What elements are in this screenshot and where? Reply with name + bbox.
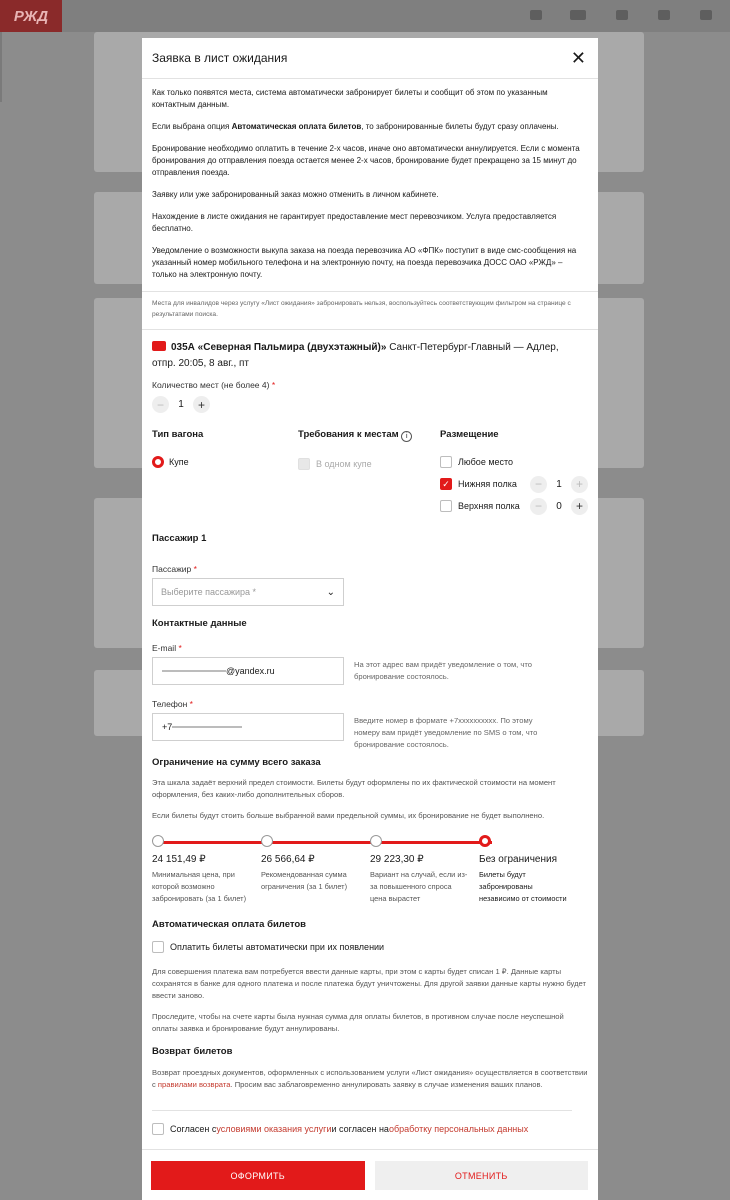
language-icon[interactable] [658,10,670,20]
info-text: Заявку или уже забронированный заказ мож… [152,190,439,199]
menu-icon[interactable] [700,10,712,20]
checkbox-disabled [298,458,310,470]
info-block: Как только появятся места, система автом… [142,79,598,281]
chevron-down-icon: ⌄ [326,586,335,598]
plus-button[interactable]: + [571,475,588,493]
any-seat-option[interactable]: Любое место [440,451,588,473]
background-sidebar [0,32,2,102]
seats-count-label: Количество мест (не более 4) * [152,380,276,390]
train-route: Санкт-Петербург-Главный — Адлер, [389,342,559,353]
limit-text: Если билеты будут стоить больше выбранно… [152,811,545,820]
scale-point-selected[interactable] [479,835,491,847]
scale-point[interactable] [261,835,273,847]
accessibility-icon[interactable] [570,10,586,20]
checkbox[interactable] [440,456,452,468]
autopay-option[interactable]: Оплатить билеты автоматически при их поя… [152,936,588,958]
terms-link[interactable]: условиями оказания услуги [216,1124,331,1134]
phone-hint: Введите номер в формате +7xxxxxxxxxx. По… [354,716,538,749]
train-section: 035А «Северная Пальмира (двухэтажный)» С… [142,329,598,1091]
phone-label: Телефон * [152,699,193,709]
plus-button[interactable]: + [571,497,588,515]
requirements-column: Требования к местам i В одном купе [298,429,440,517]
masked-text [162,670,226,672]
rzd-logo[interactable]: РЖД [0,0,62,32]
scale-point[interactable] [370,835,382,847]
limit-options: 24 151,49 ₽ Минимальная цена, при которой… [152,854,588,905]
placement-title: Размещение [440,429,499,440]
refund-title: Возврат билетов [152,1046,233,1057]
info-text: Если выбрана опция Автоматическая оплата… [152,122,559,131]
checkbox[interactable] [152,941,164,953]
info-icon[interactable]: i [401,431,413,442]
options-columns: Тип вагона Купе Требования к местам i В … [152,429,588,517]
checkbox[interactable] [152,1123,164,1135]
seats-value: 1 [178,399,184,410]
email-row: @yandex.ru На этот адрес вам придёт увед… [152,657,588,685]
info-text: Нахождение в листе ожидания не гарантиру… [152,212,557,233]
limit-option: 26 566,64 ₽ Рекомендованная сумма огранич… [261,854,348,891]
masked-text [172,726,243,728]
seats-stepper: − 1 + [152,396,588,413]
email-hint: На этот адрес вам придёт уведомление о т… [354,660,532,681]
limit-option: 24 151,49 ₽ Минимальная цена, при которой… [152,854,247,903]
email-field[interactable]: @yandex.ru [152,657,344,685]
car-type-column: Тип вагона Купе [152,429,298,517]
modal-footer: ОФОРМИТЬ ОТМЕНИТЬ [142,1149,598,1200]
limit-option: 29 223,30 ₽ Вариант на случай, если из-за… [370,854,468,903]
refund-rules-link[interactable]: правилами возврата [158,1080,231,1089]
train-icon [152,341,166,351]
scale-point[interactable] [152,835,164,847]
waitlist-modal: Заявка в лист ожидания ✕ Как только появ… [142,38,598,1200]
passenger-select[interactable]: Выберите пассажира * ⌄ [152,578,344,606]
limit-option-selected: Без ограничения Билеты будут забронирован… [479,854,567,903]
top-bar: РЖД [0,0,730,32]
refund-text: Возврат проездных документов, оформленны… [152,1068,588,1089]
requirements-title: Требования к местам i [298,429,440,442]
upper-berth-option[interactable]: Верхняя полка −0 + [440,495,588,517]
checkbox-checked-icon[interactable]: ✓ [440,478,452,490]
submit-button[interactable]: ОФОРМИТЬ [151,1161,365,1190]
phone-field[interactable]: +7 [152,713,344,741]
car-type-option[interactable]: Купе [152,451,298,473]
car-type-title: Тип вагона [152,429,204,440]
close-icon[interactable]: ✕ [571,49,586,67]
checkbox[interactable] [440,500,452,512]
limit-title: Ограничение на сумму всего заказа [152,757,321,768]
passenger-label: Пассажир * [152,564,197,574]
info-text: Бронирование необходимо оплатить в течен… [152,144,580,177]
minus-button[interactable]: − [530,497,547,515]
share-icon[interactable] [530,10,542,20]
radio-selected-icon[interactable] [152,456,164,468]
autopay-text: Проследите, чтобы на счете карты была ну… [152,1012,564,1033]
modal-header: Заявка в лист ожидания ✕ [142,38,598,79]
agree-option[interactable]: Согласен с условиями оказания услуги и с… [152,1123,528,1135]
privacy-link[interactable]: обработку персональных данных [389,1124,528,1134]
info-text: Уведомление о возможности выкупа заказа … [152,246,577,279]
minus-button[interactable]: − [152,396,169,413]
placement-column: Размещение Любое место ✓ Нижняя полка −1 +… [440,429,588,517]
info-text: Как только появятся места, система автом… [152,88,548,109]
train-departure: отпр. 20:05, 8 авг., пт [152,358,250,369]
user-icon[interactable] [616,10,628,20]
email-label: E-mail * [152,643,182,653]
train-number-name: 035А «Северная Пальмира (двухэтажный)» [171,342,387,353]
cancel-button[interactable]: ОТМЕНИТЬ [374,1161,588,1190]
train-info: 035А «Северная Пальмира (двухэтажный)» С… [152,340,588,372]
limit-text: Эта шкала задаёт верхний предел стоимост… [152,778,556,799]
divider [152,1110,572,1111]
modal-title: Заявка в лист ожидания [152,51,288,65]
limit-scale[interactable] [152,834,588,854]
autopay-text: Для совершения платежа вам потребуется в… [152,967,586,1000]
plus-button[interactable]: + [193,396,210,413]
lower-berth-option[interactable]: ✓ Нижняя полка −1 + [440,473,588,495]
passenger-title: Пассажир 1 [152,533,207,544]
contacts-title: Контактные данные [152,618,247,629]
same-compartment-option: В одном купе [298,453,440,475]
autopay-title: Автоматическая оплата билетов [152,919,307,930]
disabled-seats-note: Места для инвалидов через услугу «Лист о… [142,291,598,329]
scale-track [157,841,492,844]
minus-button[interactable]: − [530,475,547,493]
phone-row: +7 Введите номер в формате +7xxxxxxxxxx.… [152,713,588,751]
